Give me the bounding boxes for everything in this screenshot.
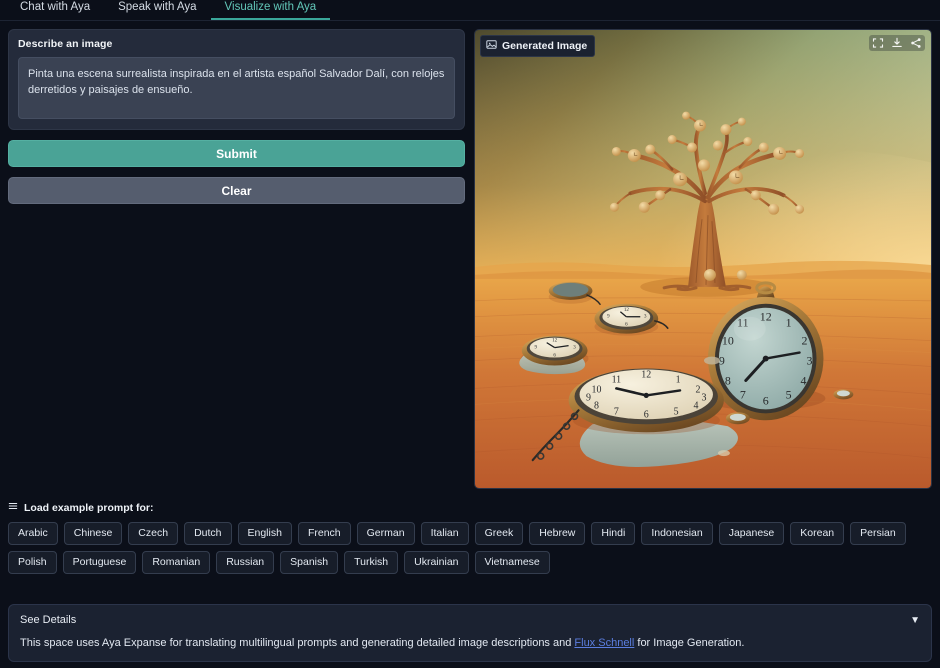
chevron-down-icon[interactable]: ▼ bbox=[910, 615, 920, 626]
language-chip-list: Arabic Chinese Czech Dutch English French Germ… bbox=[8, 522, 932, 574]
svg-text:5: 5 bbox=[674, 406, 679, 417]
language-chip-hebrew[interactable]: Hebrew bbox=[529, 522, 586, 545]
left-column: Describe an image Pinta una escena surre… bbox=[8, 29, 465, 491]
svg-text:7: 7 bbox=[740, 387, 746, 401]
prompt-input[interactable]: Pinta una escena surrealista inspirada e… bbox=[18, 57, 455, 119]
clear-button[interactable]: Clear bbox=[8, 177, 465, 204]
svg-text:5: 5 bbox=[786, 387, 792, 401]
see-details-body: This space uses Aya Expanse for translat… bbox=[20, 636, 920, 651]
language-chip-indonesian[interactable]: Indonesian bbox=[641, 522, 713, 545]
language-chip-turkish[interactable]: Turkish bbox=[344, 551, 399, 574]
language-chip-italian[interactable]: Italian bbox=[420, 522, 469, 545]
language-chip-polish[interactable]: Polish bbox=[8, 551, 57, 574]
svg-text:7: 7 bbox=[614, 406, 619, 417]
generated-image-panel[interactable]: Generated Image 12 1 2 3 4 5 6 7 8 9 10 … bbox=[474, 29, 932, 489]
language-chip-german[interactable]: German bbox=[356, 522, 415, 545]
main-content: Describe an image Pinta una escena surre… bbox=[0, 21, 940, 491]
language-chip-romanian[interactable]: Romanian bbox=[142, 551, 211, 574]
svg-text:3: 3 bbox=[702, 392, 707, 403]
generated-image-label: Generated Image bbox=[502, 40, 588, 52]
language-chip-hindi[interactable]: Hindi bbox=[591, 522, 636, 545]
svg-text:10: 10 bbox=[722, 334, 734, 348]
tab-speak-with-aya[interactable]: Speak with Aya bbox=[104, 1, 210, 20]
language-chip-ukrainian[interactable]: Ukrainian bbox=[404, 551, 469, 574]
tab-chat-with-aya[interactable]: Chat with Aya bbox=[6, 1, 104, 20]
see-details-title: See Details bbox=[20, 614, 77, 626]
language-chip-czech[interactable]: Czech bbox=[128, 522, 179, 545]
share-icon[interactable] bbox=[910, 37, 922, 49]
list-icon bbox=[8, 501, 18, 514]
language-chip-korean[interactable]: Korean bbox=[790, 522, 845, 545]
submit-button[interactable]: Submit bbox=[8, 140, 465, 167]
svg-text:12: 12 bbox=[641, 369, 651, 380]
describe-image-panel: Describe an image Pinta una escena surre… bbox=[8, 29, 465, 130]
language-chip-dutch[interactable]: Dutch bbox=[184, 522, 232, 545]
svg-text:8: 8 bbox=[725, 373, 731, 387]
svg-text:2: 2 bbox=[696, 384, 701, 395]
language-chip-chinese[interactable]: Chinese bbox=[63, 522, 123, 545]
details-text-before: This space uses Aya Expanse for translat… bbox=[20, 637, 575, 649]
language-chip-greek[interactable]: Greek bbox=[474, 522, 524, 545]
tab-bar: Chat with Aya Speak with Aya Visualize w… bbox=[0, 0, 940, 21]
fullscreen-icon[interactable] bbox=[872, 37, 884, 49]
image-toolbar bbox=[869, 35, 925, 51]
svg-text:1: 1 bbox=[786, 316, 792, 330]
svg-text:1: 1 bbox=[676, 374, 681, 385]
download-icon[interactable] bbox=[891, 37, 903, 49]
example-prompts-label: Load example prompt for: bbox=[24, 501, 154, 514]
language-chip-vietnamese[interactable]: Vietnamese bbox=[474, 551, 550, 574]
svg-text:4: 4 bbox=[694, 400, 699, 411]
generated-image-badge: Generated Image bbox=[480, 35, 596, 57]
svg-text:6: 6 bbox=[644, 409, 649, 420]
language-chip-portuguese[interactable]: Portuguese bbox=[62, 551, 137, 574]
details-text-after: for Image Generation. bbox=[634, 637, 745, 649]
tab-visualize-with-aya[interactable]: Visualize with Aya bbox=[210, 1, 331, 20]
flux-schnell-link[interactable]: Flux Schnell bbox=[574, 637, 634, 649]
svg-text:3: 3 bbox=[807, 354, 813, 368]
svg-text:4: 4 bbox=[801, 373, 807, 387]
language-chip-spanish[interactable]: Spanish bbox=[280, 551, 339, 574]
language-chip-french[interactable]: French bbox=[297, 522, 351, 545]
language-chip-english[interactable]: English bbox=[237, 522, 292, 545]
svg-text:6: 6 bbox=[763, 393, 769, 407]
generated-artwork: 12 1 2 3 4 5 6 7 8 9 10 11 12 1 2 3 4 5 … bbox=[475, 30, 931, 488]
language-chip-arabic[interactable]: Arabic bbox=[8, 522, 58, 545]
see-details-accordion[interactable]: See Details ▼ This space uses Aya Expans… bbox=[8, 604, 932, 662]
mid-watch-left: 123 69 bbox=[519, 335, 589, 375]
describe-image-label: Describe an image bbox=[18, 38, 113, 50]
svg-text:11: 11 bbox=[612, 374, 622, 385]
language-chip-russian[interactable]: Russian bbox=[216, 551, 275, 574]
svg-text:2: 2 bbox=[802, 334, 808, 348]
see-details-header[interactable]: See Details ▼ bbox=[20, 614, 920, 626]
svg-text:9: 9 bbox=[586, 392, 591, 403]
svg-text:8: 8 bbox=[594, 400, 599, 411]
example-prompts-section: Load example prompt for: Arabic Chinese Cz… bbox=[0, 491, 940, 574]
example-prompts-header: Load example prompt for: bbox=[8, 501, 932, 514]
language-chip-persian[interactable]: Persian bbox=[850, 522, 906, 545]
svg-text:12: 12 bbox=[624, 308, 629, 313]
right-column: Generated Image 12 1 2 3 4 5 6 7 8 9 10 … bbox=[474, 29, 932, 491]
svg-text:12: 12 bbox=[552, 339, 557, 344]
language-chip-japanese[interactable]: Japanese bbox=[718, 522, 785, 545]
image-icon bbox=[486, 39, 497, 53]
svg-text:10: 10 bbox=[591, 384, 601, 395]
